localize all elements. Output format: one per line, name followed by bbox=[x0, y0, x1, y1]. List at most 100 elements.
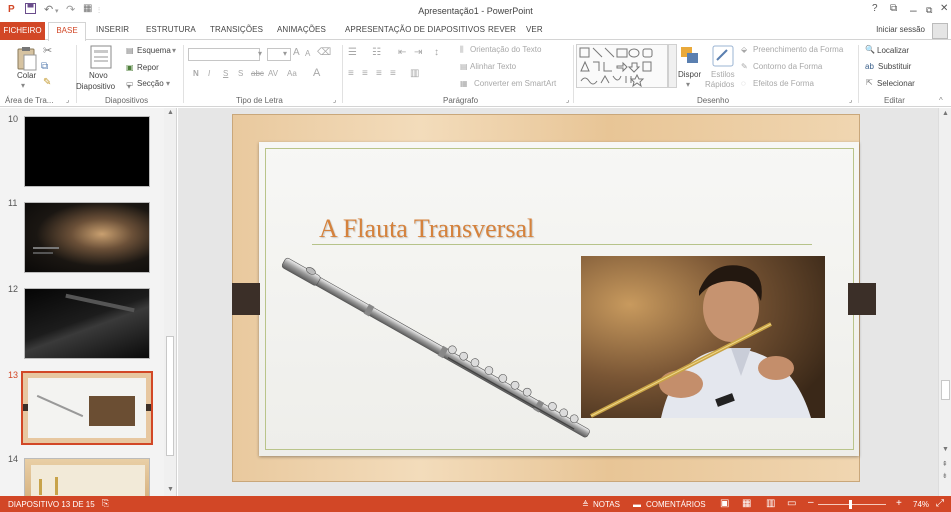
font-launcher-icon[interactable]: ⌟ bbox=[333, 96, 336, 104]
quick-styles-icon[interactable] bbox=[712, 45, 734, 69]
restore-icon[interactable]: ⧉ bbox=[926, 5, 932, 16]
shape-outline-icon[interactable]: ✎ bbox=[741, 62, 748, 71]
tab-slideshow[interactable]: APRESENTAÇÃO DE DIAPOSITIVOS bbox=[345, 25, 485, 34]
layout-button[interactable]: Esquema bbox=[137, 46, 171, 55]
text-direction-icon[interactable]: ⫼ bbox=[460, 45, 464, 55]
slide-thumbnail-12[interactable] bbox=[24, 288, 150, 359]
numbering-icon[interactable]: ☷ bbox=[372, 47, 381, 58]
normal-view-icon[interactable]: ▣ bbox=[720, 498, 729, 509]
tab-design[interactable]: ESTRUTURA bbox=[146, 25, 196, 34]
section-button[interactable]: Secção bbox=[137, 79, 164, 88]
scroll-up-icon[interactable]: ▲ bbox=[942, 110, 949, 117]
minimize-button[interactable]: – bbox=[910, 3, 917, 17]
comments-icon[interactable]: ▬ bbox=[633, 500, 641, 509]
tab-animations[interactable]: ANIMAÇÕES bbox=[277, 25, 326, 34]
change-case-button[interactable]: Aa bbox=[287, 69, 297, 78]
shape-effects-icon[interactable]: ◌ bbox=[741, 79, 746, 88]
shrink-font-button[interactable]: A bbox=[305, 49, 310, 58]
tab-home[interactable]: BASE bbox=[48, 22, 86, 41]
line-spacing-icon[interactable]: ↕ bbox=[434, 47, 439, 58]
slide-thumbnail-10[interactable] bbox=[24, 116, 150, 187]
fit-to-window-icon[interactable]: ⤢ bbox=[936, 498, 944, 509]
replace-icon[interactable]: ab bbox=[865, 62, 874, 71]
paste-dropdown-icon[interactable]: ▾ bbox=[21, 81, 25, 90]
reset-button[interactable]: Repor bbox=[137, 63, 159, 72]
shapes-gallery[interactable] bbox=[576, 44, 668, 88]
scroll-up-icon[interactable]: ▲ bbox=[167, 109, 174, 116]
tab-transitions[interactable]: TRANSIÇÕES bbox=[210, 25, 263, 34]
clipboard-launcher-icon[interactable]: ⌟ bbox=[66, 96, 69, 104]
tab-insert[interactable]: INSERIR bbox=[96, 25, 129, 34]
shape-fill-icon[interactable]: ⬙ bbox=[741, 45, 747, 54]
slide-sorter-icon[interactable]: ▦ bbox=[742, 498, 751, 509]
shape-effects-button[interactable]: Efeitos de Forma bbox=[753, 79, 814, 88]
select-button[interactable]: Selecionar bbox=[877, 79, 915, 88]
tab-review[interactable]: REVER bbox=[488, 25, 516, 34]
flutist-photo[interactable] bbox=[581, 256, 825, 418]
zoom-in-icon[interactable]: + bbox=[896, 498, 902, 509]
section-icon[interactable]: ▭ bbox=[126, 79, 134, 88]
align-text-button[interactable]: Alinhar Texto bbox=[470, 62, 516, 71]
slide-scroll-thumb[interactable] bbox=[941, 380, 950, 400]
arrange-button[interactable]: Dispor bbox=[678, 70, 701, 79]
new-slide-label-1[interactable]: Novo bbox=[89, 71, 108, 80]
tab-file[interactable]: FICHEIRO bbox=[0, 22, 45, 40]
layout-icon[interactable]: ▤ bbox=[126, 46, 134, 55]
slide-thumbnail-11[interactable] bbox=[24, 202, 150, 273]
thumbnails-scroll-thumb[interactable] bbox=[166, 336, 174, 456]
new-slide-label-2[interactable]: Diapositivo bbox=[76, 82, 115, 91]
zoom-out-icon[interactable]: – bbox=[808, 497, 814, 508]
quick-styles-label-1[interactable]: Estilos bbox=[711, 70, 735, 79]
sign-in-link[interactable]: Iniciar sessão bbox=[876, 25, 925, 34]
replace-button[interactable]: Substituir bbox=[878, 62, 911, 71]
select-icon[interactable]: ⇱ bbox=[866, 78, 873, 87]
zoom-slider-track[interactable] bbox=[818, 504, 886, 505]
grow-font-button[interactable]: A bbox=[293, 47, 300, 58]
font-name-input[interactable] bbox=[188, 48, 260, 61]
section-dropdown-icon[interactable]: ▾ bbox=[166, 79, 170, 88]
arrange-icon[interactable] bbox=[680, 46, 700, 70]
close-button[interactable]: ✕ bbox=[940, 3, 948, 14]
next-slide-icon[interactable]: ⇟ bbox=[942, 472, 948, 480]
reset-icon[interactable]: ▣ bbox=[126, 63, 134, 72]
scroll-down-icon[interactable]: ▼ bbox=[167, 486, 174, 493]
notes-icon[interactable]: ≜ bbox=[582, 500, 589, 509]
strikethrough-button[interactable]: abc bbox=[251, 69, 264, 78]
shape-outline-button[interactable]: Contorno da Forma bbox=[753, 62, 822, 71]
cut-icon[interactable]: ✂ bbox=[43, 44, 52, 57]
font-color-button[interactable]: A bbox=[313, 67, 320, 79]
convert-smartart-button[interactable]: Converter em SmartArt bbox=[474, 79, 556, 88]
spell-check-icon[interactable]: ⎘ bbox=[102, 498, 109, 509]
drawing-launcher-icon[interactable]: ⌟ bbox=[849, 96, 852, 104]
help-button[interactable]: ? bbox=[872, 3, 878, 14]
slideshow-view-icon[interactable]: ▭ bbox=[787, 498, 796, 509]
font-size-input[interactable] bbox=[267, 48, 291, 61]
comments-button[interactable]: COMENTÁRIOS bbox=[646, 500, 706, 509]
bold-button[interactable]: N bbox=[193, 69, 199, 78]
notes-button[interactable]: NOTAS bbox=[593, 500, 620, 509]
quick-styles-label-2[interactable]: Rápidos bbox=[705, 80, 734, 89]
ribbon-display-options-icon[interactable]: ⧉ bbox=[890, 3, 897, 14]
character-spacing-button[interactable]: AV bbox=[268, 69, 278, 78]
smartart-icon[interactable]: ▦ bbox=[460, 79, 468, 88]
copy-icon[interactable]: ⧉ bbox=[41, 61, 48, 72]
underline-button[interactable]: S bbox=[223, 69, 228, 78]
clear-formatting-icon[interactable]: ⌫ bbox=[317, 47, 331, 58]
user-avatar[interactable] bbox=[932, 23, 948, 39]
align-left-icon[interactable]: ≡ bbox=[348, 68, 354, 79]
tab-view[interactable]: VER bbox=[526, 25, 543, 34]
align-right-icon[interactable]: ≡ bbox=[376, 68, 382, 79]
decrease-indent-icon[interactable]: ⇤ bbox=[398, 47, 406, 58]
paragraph-launcher-icon[interactable]: ⌟ bbox=[566, 96, 569, 104]
find-button[interactable]: Localizar bbox=[877, 46, 909, 55]
shadow-button[interactable]: S bbox=[238, 69, 243, 78]
format-painter-icon[interactable]: ✎ bbox=[43, 77, 51, 88]
columns-icon[interactable]: ▥ bbox=[410, 68, 419, 79]
layout-dropdown-icon[interactable]: ▾ bbox=[172, 46, 176, 55]
paste-icon[interactable] bbox=[15, 46, 37, 74]
slide-thumbnail-14[interactable] bbox=[24, 458, 150, 497]
align-center-icon[interactable]: ≡ bbox=[362, 68, 368, 79]
thumbnails-scrollbar[interactable]: ▲ ▼ bbox=[164, 108, 176, 496]
slide-thumbnail-13-selected[interactable] bbox=[21, 371, 153, 445]
font-size-dropdown-icon[interactable]: ▾ bbox=[283, 49, 287, 58]
